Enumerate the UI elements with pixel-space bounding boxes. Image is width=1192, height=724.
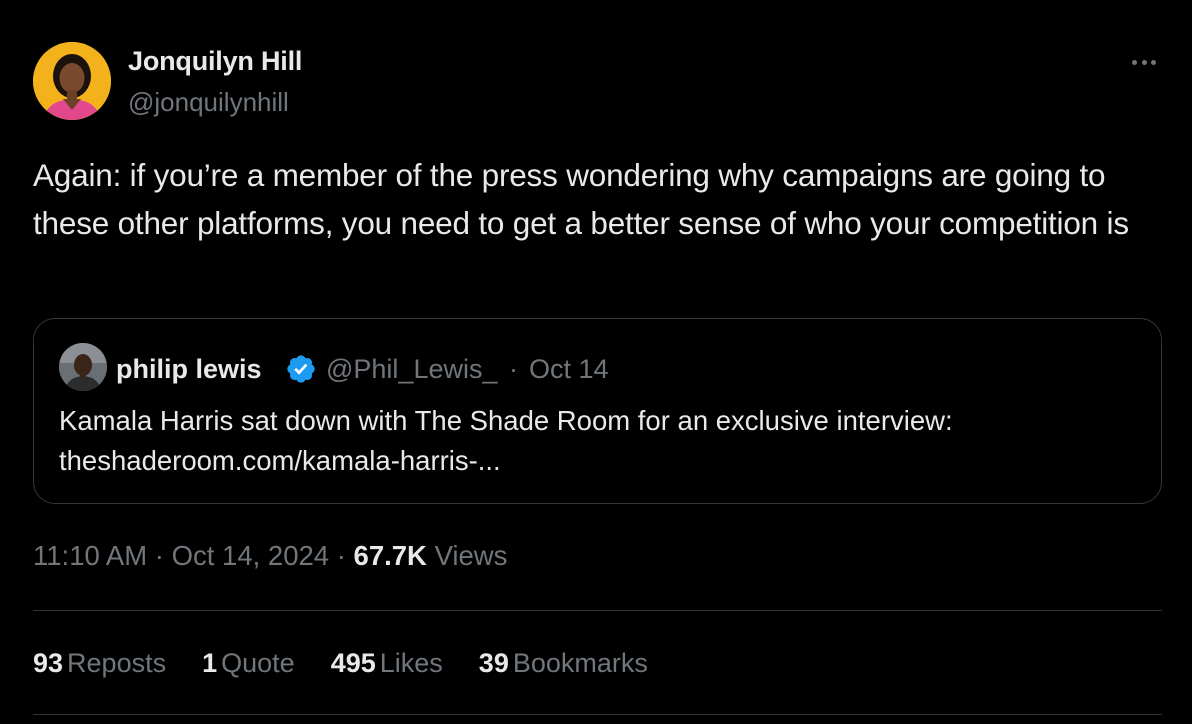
views-label: Views bbox=[434, 540, 508, 571]
more-horizontal-icon[interactable] bbox=[1126, 50, 1162, 74]
views-count: 67.7K bbox=[353, 540, 427, 571]
likes-label: Likes bbox=[379, 648, 443, 678]
quoted-tweet-text: Kamala Harris sat down with The Shade Ro… bbox=[59, 401, 1139, 481]
engagement-stats: 93 Reposts 1 Quote 495 Likes 39 Bookmarks bbox=[33, 648, 684, 679]
bookmarks-count: 39 bbox=[478, 648, 509, 678]
author-name[interactable]: Jonquilyn Hill bbox=[128, 46, 302, 77]
quotes-count: 1 bbox=[202, 648, 218, 678]
divider bbox=[33, 714, 1162, 715]
quoted-author-handle[interactable]: @Phil_Lewis_ bbox=[326, 354, 498, 385]
tweet-time[interactable]: 11:10 AM bbox=[33, 540, 147, 571]
author-avatar[interactable] bbox=[33, 42, 111, 120]
verified-badge-icon bbox=[285, 353, 317, 385]
quoted-author-name[interactable]: philip lewis bbox=[116, 354, 262, 385]
tweet-text: Again: if you’re a member of the press w… bbox=[33, 157, 1129, 241]
quoted-tweet-text-line: Kamala Harris sat down with The Shade Ro… bbox=[59, 405, 953, 436]
separator-dot: · bbox=[336, 540, 346, 571]
separator-dot: · bbox=[154, 540, 164, 571]
quotes-stat[interactable]: 1 Quote bbox=[202, 648, 295, 679]
bookmarks-stat[interactable]: 39 Bookmarks bbox=[479, 648, 648, 679]
bookmarks-label: Bookmarks bbox=[512, 648, 648, 678]
quoted-tweet-date[interactable]: Oct 14 bbox=[529, 354, 609, 385]
reposts-label: Reposts bbox=[67, 648, 167, 678]
tweet-meta: 11:10 AM · Oct 14, 2024 · 67.7K Views bbox=[33, 540, 507, 572]
likes-stat[interactable]: 495 Likes bbox=[331, 648, 443, 679]
reposts-count: 93 bbox=[33, 648, 64, 678]
reposts-stat[interactable]: 93 Reposts bbox=[33, 648, 166, 679]
quoted-author-avatar[interactable] bbox=[59, 343, 107, 391]
tweet-date[interactable]: Oct 14, 2024 bbox=[172, 540, 329, 571]
separator-dot: · bbox=[509, 354, 518, 384]
author-handle[interactable]: @jonquilynhill bbox=[128, 87, 289, 118]
tweet-card: Jonquilyn Hill @jonquilynhill Again: if … bbox=[0, 0, 1192, 724]
divider bbox=[33, 610, 1162, 611]
quoted-tweet-link[interactable]: theshaderoom.com/kamala-harris-... bbox=[59, 441, 1139, 481]
likes-count: 495 bbox=[330, 648, 376, 678]
quoted-tweet[interactable]: philip lewis @Phil_Lewis_ · Oct 14 Kamal… bbox=[33, 318, 1162, 504]
quotes-label: Quote bbox=[221, 648, 295, 678]
